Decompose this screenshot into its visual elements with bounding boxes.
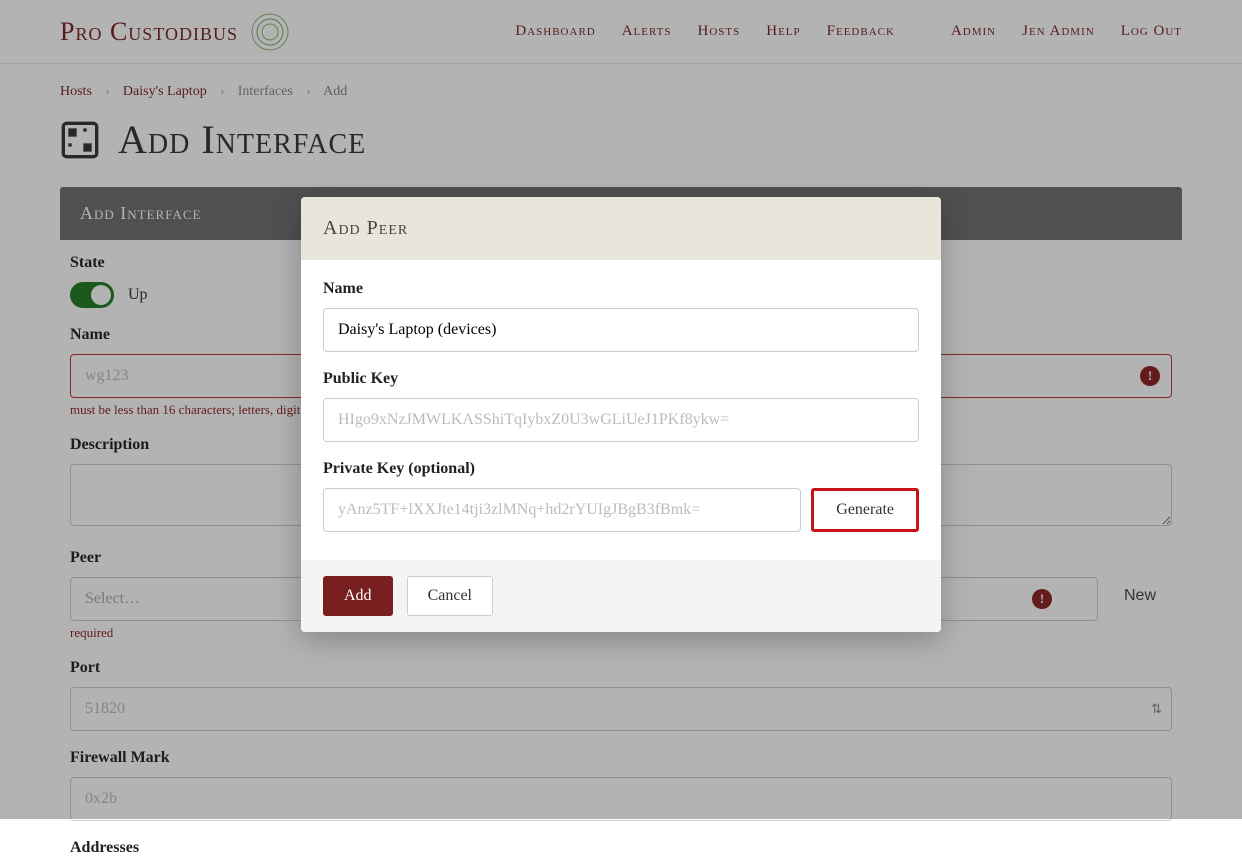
modal-footer: Add Cancel (301, 560, 941, 632)
modal-cancel-button[interactable]: Cancel (407, 576, 493, 616)
modal-pubkey-label: Public Key (323, 370, 919, 388)
modal-name-label: Name (323, 280, 919, 298)
modal-title: Add Peer (301, 197, 941, 260)
modal-pubkey-input[interactable] (323, 398, 919, 442)
generate-button[interactable]: Generate (811, 488, 919, 532)
modal-add-button[interactable]: Add (323, 576, 393, 616)
modal-privkey-input[interactable] (323, 488, 801, 532)
modal-name-input[interactable] (323, 308, 919, 352)
addresses-label: Addresses (70, 839, 1172, 857)
add-peer-modal: Add Peer Name Public Key Private Key (op… (301, 197, 941, 632)
modal-privkey-label: Private Key (optional) (323, 460, 919, 478)
